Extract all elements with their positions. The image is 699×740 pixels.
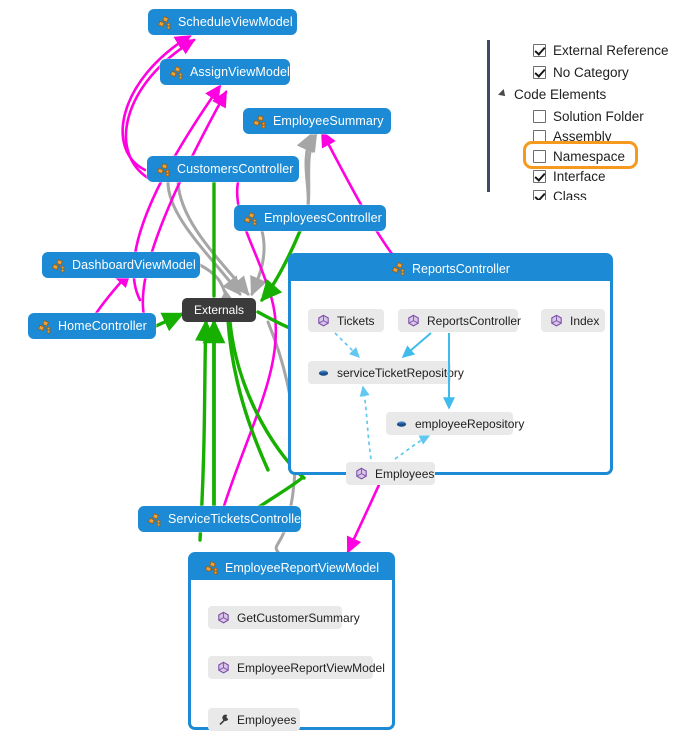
class-node-label: CustomersController <box>177 162 294 176</box>
member-chip-label: Index <box>570 313 600 328</box>
checkbox-interface[interactable] <box>533 169 546 183</box>
method-icon <box>216 610 231 625</box>
method-icon <box>316 313 331 328</box>
class-icon <box>204 560 219 575</box>
field-icon <box>316 365 331 380</box>
member-chip-label: EmployeeReportViewModel <box>237 660 385 675</box>
legend-checkbox-row[interactable]: Interface <box>533 166 606 186</box>
class-icon <box>156 162 171 177</box>
member-chip[interactable]: ReportsController <box>398 309 522 332</box>
class-icon <box>157 15 172 30</box>
legend-row-label: Class <box>553 188 587 201</box>
class-node-label: AssignViewModel <box>190 65 290 79</box>
property-icon <box>216 712 231 727</box>
member-chip[interactable]: EmployeeReportViewModel <box>208 656 385 679</box>
panel-top-fade <box>487 0 699 14</box>
legend-group-row[interactable]: Code Elements <box>498 84 607 104</box>
codemap-canvas: ScheduleViewModel AssignViewModel Employee… <box>0 0 699 740</box>
member-chip-label: Employees <box>375 466 435 481</box>
class-icon <box>243 211 258 226</box>
member-chip[interactable]: Index <box>541 309 605 332</box>
class-node-label: ScheduleViewModel <box>178 15 293 29</box>
namespace-highlight-box <box>523 141 638 169</box>
class-node[interactable]: HomeController <box>28 313 156 339</box>
container-header[interactable]: EmployeeReportViewModel <box>191 555 392 580</box>
expander-triangle-icon[interactable] <box>498 89 508 99</box>
member-chip-label: Employees <box>237 712 297 727</box>
legend-checkbox-row[interactable]: External Reference <box>533 40 669 60</box>
member-chip-label: employeeRepository <box>415 416 525 431</box>
member-chip[interactable]: Employees <box>208 708 300 731</box>
panel-left-rail <box>487 40 490 192</box>
container-header[interactable]: ReportsController <box>291 256 610 281</box>
class-node[interactable]: EmployeesController <box>234 205 386 231</box>
member-chip[interactable]: employeeRepository <box>386 412 524 435</box>
class-node-label: EmployeeSummary <box>273 114 384 128</box>
member-chip-label: GetCustomerSummary <box>237 610 360 625</box>
legend-row-label: No Category <box>553 64 629 80</box>
container-title: EmployeeReportViewModel <box>224 560 380 575</box>
class-node-label: DashboardViewModel <box>72 258 196 272</box>
class-node-label: EmployeesController <box>264 211 382 225</box>
checkbox-solution-folder[interactable] <box>533 109 546 123</box>
class-icon <box>37 319 52 334</box>
member-chip-label: Tickets <box>337 313 375 328</box>
checkbox-no-category[interactable] <box>533 65 546 79</box>
legend-row-label: Code Elements <box>514 86 607 102</box>
member-chip-label: ReportsController <box>427 313 522 328</box>
container-body: GetCustomerSummary EmployeeReportViewMode… <box>191 580 392 731</box>
expanded-class-container[interactable]: EmployeeReportViewModel GetCustomerSummar… <box>188 552 395 731</box>
method-icon <box>354 466 369 481</box>
legend-row-label: Interface <box>553 168 606 184</box>
method-icon <box>216 660 231 675</box>
class-node-label: ServiceTicketsController <box>168 512 306 526</box>
checkbox-class[interactable] <box>533 189 546 200</box>
member-chip[interactable]: serviceTicketRepository <box>308 361 464 384</box>
method-icon <box>406 313 421 328</box>
class-icon <box>252 114 267 129</box>
class-node[interactable]: ServiceTicketsController <box>138 506 305 532</box>
externals-node-label: Externals <box>193 303 245 317</box>
class-node[interactable]: DashboardViewModel <box>42 252 200 278</box>
class-icon <box>169 65 184 80</box>
class-icon <box>51 258 66 273</box>
class-node[interactable]: AssignViewModel <box>160 59 290 85</box>
legend-checkbox-row[interactable]: Class <box>533 186 587 200</box>
expanded-class-container[interactable]: ReportsController Tickets ReportsControlle… <box>288 253 613 485</box>
legend-row-label: External Reference <box>553 42 669 58</box>
class-icon <box>391 261 406 276</box>
member-chip[interactable]: Tickets <box>308 309 384 332</box>
legend-row-label: Solution Folder <box>553 108 644 124</box>
container-title: ReportsController <box>412 261 510 276</box>
legend-checkbox-row[interactable]: No Category <box>533 62 629 82</box>
method-icon <box>549 313 564 328</box>
member-chip-label: serviceTicketRepository <box>337 365 464 380</box>
class-node-label: HomeController <box>58 319 147 333</box>
class-node[interactable]: CustomersController <box>147 156 299 182</box>
member-chip[interactable]: Employees <box>346 462 435 485</box>
member-chip[interactable]: GetCustomerSummary <box>208 606 360 629</box>
legend-checkbox-row[interactable]: Solution Folder <box>533 106 644 126</box>
field-icon <box>394 416 409 431</box>
class-icon <box>147 512 162 527</box>
class-node[interactable]: ScheduleViewModel <box>148 9 297 35</box>
externals-node[interactable]: Externals <box>182 298 256 322</box>
checkbox-external-reference[interactable] <box>533 43 546 57</box>
container-body: Tickets ReportsController Index serviceTick… <box>291 281 610 485</box>
class-node[interactable]: EmployeeSummary <box>243 108 391 134</box>
category-filter-panel[interactable]: External Reference No Category Code Elemen… <box>487 0 699 200</box>
